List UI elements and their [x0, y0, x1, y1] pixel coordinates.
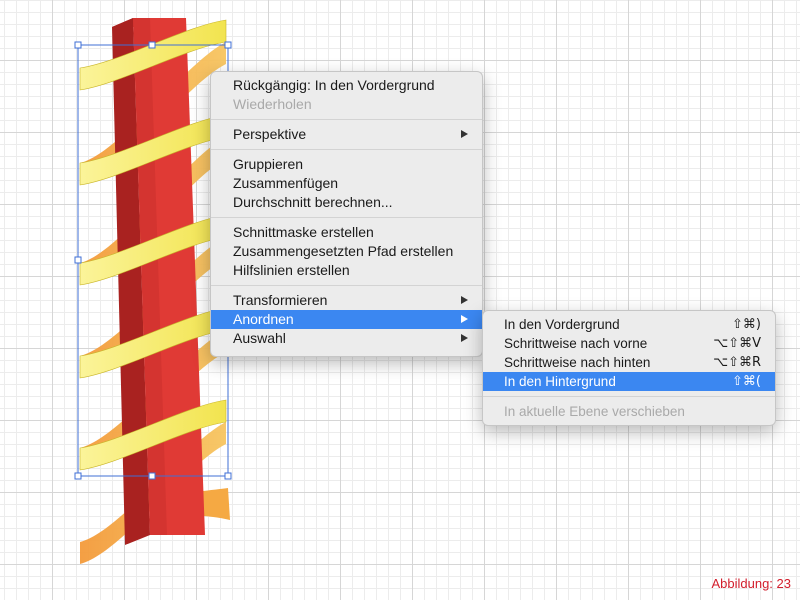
menu-item-perspektive[interactable]: Perspektive [211, 125, 482, 144]
submenu-item-label: In aktuelle Ebene verschieben [504, 404, 685, 419]
keyboard-shortcut: ⌥⇧⌘V [713, 336, 761, 351]
selection-handle[interactable] [74, 41, 82, 49]
menu-item-label: Durchschnitt berechnen... [233, 194, 393, 210]
menu-item-anordnen[interactable]: Anordnen [211, 310, 482, 329]
submenu-arrow-icon [461, 296, 468, 304]
figure-caption: Abbildung: 23 [711, 576, 791, 591]
menu-item-label: Wiederholen [233, 96, 312, 112]
menu-item-label: Schnittmaske erstellen [233, 224, 374, 240]
submenu-arrow-icon [461, 334, 468, 342]
menu-item-zusammenfuegen[interactable]: Zusammenfügen [211, 174, 482, 193]
menu-item-label: Zusammenfügen [233, 175, 339, 191]
selection-handle[interactable] [224, 41, 232, 49]
submenu-item-label: Schrittweise nach hinten [504, 355, 651, 370]
menu-item-durchschnitt-berechnen[interactable]: Durchschnitt berechnen... [211, 193, 482, 212]
menu-item-wiederholen: Wiederholen [211, 95, 482, 114]
red-pillar[interactable] [112, 18, 205, 545]
menu-item-label: Transformieren [233, 292, 328, 308]
submenu-item-label: In den Vordergrund [504, 317, 620, 332]
menu-item-label: Hilfslinien erstellen [233, 262, 350, 278]
menu-item-label: Rückgängig: In den Vordergrund [233, 77, 435, 93]
menu-item-label: Perspektive [233, 126, 307, 142]
submenu-arrow-icon [461, 130, 468, 138]
menu-separator [211, 217, 482, 218]
menu-item-auswahl[interactable]: Auswahl [211, 329, 482, 348]
submenu-item-label: Schrittweise nach vorne [504, 336, 648, 351]
menu-item-rueckgaengig-in-den-vordergrund[interactable]: Rückgängig: In den Vordergrund [211, 76, 482, 95]
menu-item-label: Auswahl [233, 330, 286, 346]
menu-separator [211, 149, 482, 150]
selection-handle[interactable] [148, 472, 156, 480]
menu-item-label: Anordnen [233, 311, 294, 327]
keyboard-shortcut: ⇧⌘( [732, 374, 761, 389]
submenu-item-schrittweise-nach-vorne[interactable]: Schrittweise nach vorne ⌥⇧⌘V [483, 334, 775, 353]
menu-item-transformieren[interactable]: Transformieren [211, 291, 482, 310]
menu-item-schnittmaske-erstellen[interactable]: Schnittmaske erstellen [211, 223, 482, 242]
menu-item-zusammengesetzten-pfad-erstellen[interactable]: Zusammengesetzten Pfad erstellen [211, 242, 482, 261]
selection-handle[interactable] [74, 472, 82, 480]
menu-item-hilfslinien-erstellen[interactable]: Hilfslinien erstellen [211, 261, 482, 280]
arrange-submenu: In den Vordergrund ⇧⌘) Schrittweise nach v… [482, 310, 776, 426]
submenu-item-in-den-vordergrund[interactable]: In den Vordergrund ⇧⌘) [483, 315, 775, 334]
menu-separator [211, 285, 482, 286]
context-menu: Rückgängig: In den Vordergrund Wiederhole… [210, 71, 483, 357]
menu-separator [211, 119, 482, 120]
selection-handle[interactable] [148, 41, 156, 49]
submenu-arrow-icon [461, 315, 468, 323]
selection-handle[interactable] [74, 256, 82, 264]
keyboard-shortcut: ⇧⌘) [732, 317, 761, 332]
menu-item-label: Zusammengesetzten Pfad erstellen [233, 243, 454, 259]
submenu-item-in-den-hintergrund[interactable]: In den Hintergrund ⇧⌘( [483, 372, 775, 391]
keyboard-shortcut: ⌥⇧⌘R [713, 355, 761, 370]
submenu-item-in-aktuelle-ebene-verschieben: In aktuelle Ebene verschieben [483, 402, 775, 421]
menu-separator [483, 396, 775, 397]
menu-item-label: Gruppieren [233, 156, 304, 172]
menu-item-gruppieren[interactable]: Gruppieren [211, 155, 482, 174]
submenu-item-schrittweise-nach-hinten[interactable]: Schrittweise nach hinten ⌥⇧⌘R [483, 353, 775, 372]
submenu-item-label: In den Hintergrund [504, 374, 616, 389]
selection-handle[interactable] [224, 472, 232, 480]
